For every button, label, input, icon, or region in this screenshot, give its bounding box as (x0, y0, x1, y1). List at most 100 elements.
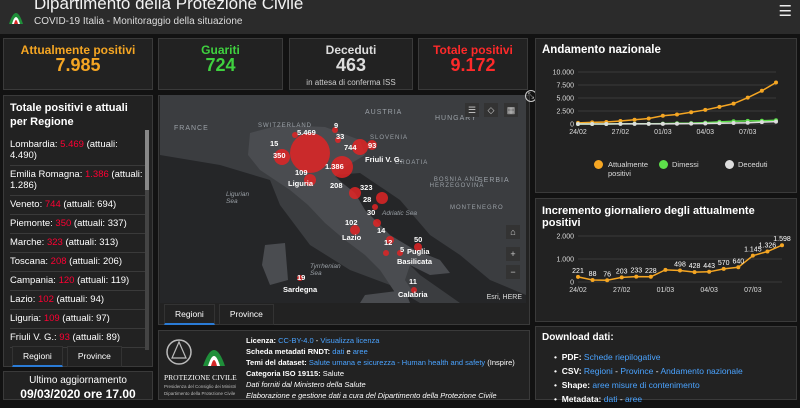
data-label: 76 (603, 271, 611, 278)
update-panel: Ultimo aggiornamento 09/03/2020 ore 17.0… (3, 371, 153, 401)
info-elaborazione: Elaborazione e gestione dati a cura del … (246, 391, 497, 400)
protezione-civile-logo-icon (9, 13, 23, 24)
y-tick-label: 0 (570, 280, 574, 287)
map-zoom-out-icon[interactable]: − (506, 265, 520, 279)
region-row[interactable]: Lombardia: 5.469 (attuali: 4.490) (10, 136, 148, 166)
map-zoom-in-icon[interactable]: + (506, 247, 520, 261)
legend-dot-deceduti (725, 160, 734, 169)
map-num-33: 33 (336, 132, 345, 141)
scheda-dati-link[interactable]: dati (332, 347, 344, 356)
app-header: Dipartimento della Protezione Civile COV… (0, 0, 800, 34)
map-place-basilicata: Basilicata (397, 257, 433, 266)
logo-subtext-2: Dipartimento della Protezione Civile (164, 391, 236, 396)
licenza-label: Licenza: (246, 336, 277, 345)
map-view[interactable]: FRANCE SWITZERLAND AUSTRIA HUNGARY SLOVE… (160, 95, 526, 303)
info-iso: Categoria ISO 19115: Salute (246, 369, 344, 378)
x-tick-label: 27/02 (612, 129, 630, 136)
region-name: Campania: (10, 275, 59, 286)
region-list-scrollbar[interactable] (145, 130, 149, 350)
csv-province-link[interactable]: Province (620, 366, 653, 376)
tab-regioni[interactable]: Regioni (12, 346, 63, 367)
region-total: 1.386 (84, 169, 109, 180)
map-label-austria: AUSTRIA (365, 109, 403, 116)
region-active-cont: 4.490) (10, 150, 37, 161)
map-num-14: 14 (377, 226, 386, 235)
csv-andamento-link[interactable]: Andamento nazionale (660, 366, 742, 376)
data-point (678, 268, 682, 273)
meta-dati-link[interactable]: dati (604, 394, 618, 404)
data-label: 570 (718, 260, 730, 267)
region-row[interactable]: Liguria: 109 (attuali: 97) (10, 310, 148, 329)
x-tick-label: 01/03 (654, 129, 672, 136)
region-name: Emilia Romagna: (10, 169, 85, 180)
map-list-icon[interactable]: ☰ (465, 103, 479, 117)
tab-province[interactable]: Province (66, 346, 122, 367)
region-row[interactable]: Emilia Romagna: 1.386 (attuali: 1.286) (10, 166, 148, 196)
stat-deceased-value: 463 (335, 55, 367, 75)
info-licenza: Licenza: CC-BY-4.0 - Visualizza licenza (246, 336, 380, 345)
y-tick-label: 0 (570, 122, 574, 129)
y-tick-label: 5.000 (556, 96, 574, 103)
map-home-icon[interactable]: ⌂ (506, 225, 520, 239)
map-tab-regioni[interactable]: Regioni (164, 304, 215, 325)
stat-deceased-panel: Deceduti 463 in attesa di conferma ISS (289, 38, 413, 90)
data-point (707, 269, 712, 274)
data-label: 228 (645, 268, 657, 275)
map-num-9: 9 (334, 121, 339, 130)
data-point (619, 275, 624, 280)
region-list[interactable]: Lombardia: 5.469 (attuali: 4.490) Emilia R… (10, 136, 148, 348)
region-active: (attuali: 119) (74, 275, 130, 286)
scheda-aree-link[interactable]: aree (353, 347, 368, 356)
region-row[interactable]: Lazio: 102 (attuali: 94) (10, 291, 148, 310)
region-total: 323 (46, 237, 63, 248)
meta-aree-link[interactable]: aree (625, 394, 642, 404)
region-row[interactable]: Marche: 323 (attuali: 313) (10, 234, 148, 253)
stat-total-value: 9.172 (450, 55, 496, 75)
data-label: 443 (703, 263, 715, 270)
download-pdf: • PDF: Schede riepilogative (554, 352, 661, 362)
data-point (646, 121, 651, 126)
data-point (759, 120, 764, 125)
region-row[interactable]: Campania: 120 (attuali: 119) (10, 272, 148, 291)
map-layers-icon[interactable]: ◇ (484, 103, 498, 117)
region-total: 5.469 (60, 139, 84, 150)
shape-link[interactable]: aree misure di contenimento (592, 380, 699, 390)
data-point (703, 107, 708, 112)
data-point (632, 121, 637, 126)
region-name: Piemonte: (10, 218, 56, 229)
region-row[interactable]: Piemonte: 350 (attuali: 337) (10, 215, 148, 234)
csv-regioni-link[interactable]: Regioni (584, 366, 613, 376)
map-legend-icon[interactable]: ▦ (504, 103, 518, 117)
downloads-title: Download dati: (542, 332, 614, 343)
region-name: Liguria: (10, 313, 44, 324)
temi-value-link[interactable]: Salute umana e sicurezza - Human health … (309, 358, 485, 367)
download-metadata: • Metadata: dati - aree (554, 394, 643, 404)
map-tab-province[interactable]: Province (218, 304, 274, 325)
legend-dot-dimessi (659, 160, 668, 169)
x-tick-label: 04/03 (700, 287, 718, 294)
x-tick-label: 04/03 (697, 129, 715, 136)
data-point (576, 274, 580, 279)
legend-dimessi-label: Dimessi (672, 160, 699, 169)
pdf-link[interactable]: Schede riepilogative (584, 352, 661, 362)
stat-total-panel: Totale positivi 9.172 (418, 38, 528, 90)
map-num-toscana: 208 (330, 181, 343, 190)
region-row[interactable]: Toscana: 208 (attuali: 206) (10, 253, 148, 272)
data-point (780, 243, 784, 248)
series-line (577, 81, 777, 124)
region-row[interactable]: Veneto: 744 (attuali: 694) (10, 196, 148, 215)
scrollbar-thumb[interactable] (145, 130, 149, 190)
legend-active-label: Attualmente positivi (608, 160, 649, 178)
map-place-calabria: Calabria (398, 290, 428, 299)
hamburger-menu-icon[interactable]: ☰ (779, 2, 792, 20)
data-point (745, 120, 750, 125)
licenza-view-link[interactable]: Visualizza licenza (320, 336, 379, 345)
licenza-value-link[interactable]: CC-BY-4.0 (278, 336, 314, 345)
data-point (646, 116, 651, 121)
map-place-sardegna: Sardegna (283, 285, 318, 294)
data-point (605, 278, 610, 283)
map-place-lazio: Lazio (342, 233, 362, 242)
map-num-28: 28 (363, 195, 372, 204)
download-shape: • Shape: aree misure di contenimento (554, 380, 700, 390)
data-point (731, 101, 736, 106)
